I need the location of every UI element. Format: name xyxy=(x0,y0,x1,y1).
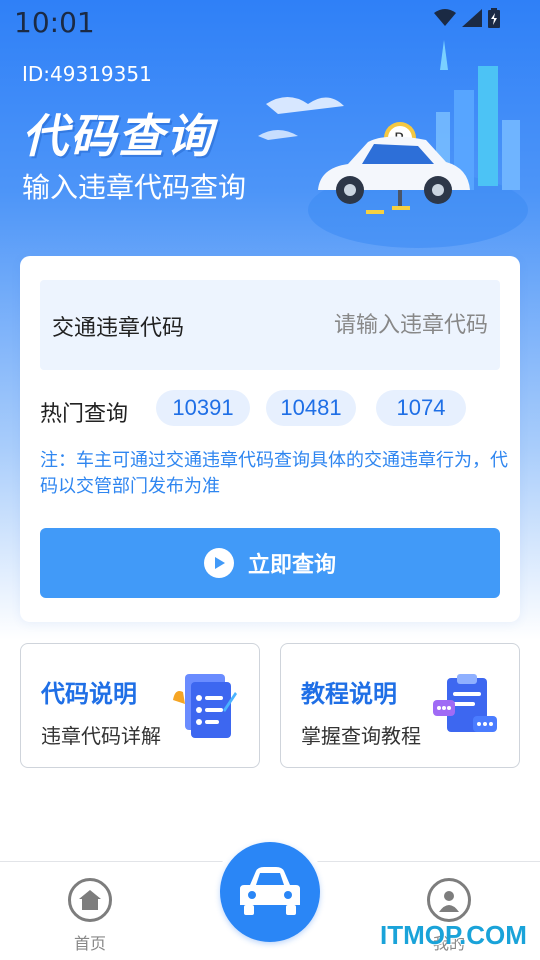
play-icon xyxy=(203,548,234,578)
user-icon xyxy=(427,878,471,922)
page-subtitle: 输入违章代码查询 xyxy=(22,171,247,204)
query-note: 注：车主可通过交通违章代码查询具体的交通违章行为，代码以交管部门发布为准 xyxy=(40,450,508,497)
code-input-row: 交通违章代码 xyxy=(40,280,500,370)
clipboard-chat-icon xyxy=(433,674,497,732)
car-icon xyxy=(240,867,300,915)
page-title: 代码查询 xyxy=(22,109,214,163)
battery-icon xyxy=(488,8,500,28)
tutorial-card[interactable]: 教程说明 掌握查询教程 xyxy=(280,643,520,768)
query-card: 交通违章代码 热门查询 10391 10481 1074 注：车主可通过交通违章… xyxy=(20,256,520,622)
violation-code-input[interactable] xyxy=(268,310,488,340)
watermark: ITMOP.COM xyxy=(380,920,527,950)
hot-query-label: 热门查询 xyxy=(40,402,129,427)
query-now-button[interactable]: 立即查询 xyxy=(40,528,500,598)
car-parking-illustration: P xyxy=(258,40,528,248)
feature-desc: 违章代码详解 xyxy=(41,724,161,748)
tab-home-label: 首页 xyxy=(73,934,106,953)
feature-desc: 掌握查询教程 xyxy=(301,724,421,748)
hot-code-chip-2[interactable]: 10481 xyxy=(266,390,356,426)
wifi-icon xyxy=(434,9,456,26)
code-explanation-card[interactable]: 代码说明 违章代码详解 xyxy=(20,643,260,768)
code-input-label: 交通违章代码 xyxy=(52,316,185,341)
feature-title: 教程说明 xyxy=(301,680,397,708)
status-icons xyxy=(434,8,500,28)
center-car-button[interactable] xyxy=(220,842,320,942)
tab-home[interactable]: 首页 xyxy=(50,878,130,954)
home-icon xyxy=(68,878,112,922)
hot-code-chip-3[interactable]: 1074 xyxy=(376,390,466,426)
status-time: 10:01 xyxy=(14,6,95,39)
hot-code-chip-1[interactable]: 10391 xyxy=(156,390,250,426)
feature-title: 代码说明 xyxy=(41,680,137,708)
user-id: ID:49319351 xyxy=(22,62,152,86)
query-button-label: 立即查询 xyxy=(247,553,336,578)
document-list-icon xyxy=(173,674,237,738)
signal-icon xyxy=(462,9,482,27)
